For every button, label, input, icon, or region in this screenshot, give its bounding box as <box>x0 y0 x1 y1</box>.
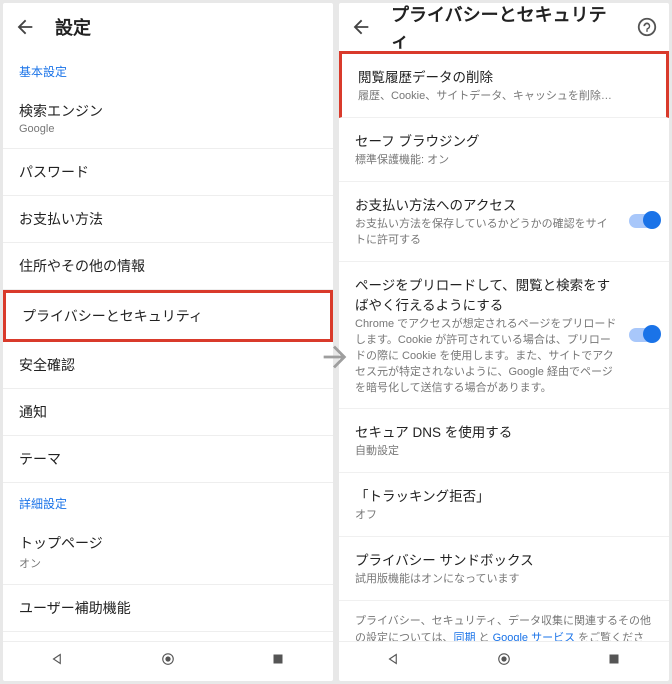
app-bar: 設定 <box>3 3 333 51</box>
setting-payment[interactable]: お支払い方法 <box>3 196 333 243</box>
setting-search-engine[interactable]: 検索エンジン Google <box>3 88 333 149</box>
system-nav <box>339 641 669 681</box>
setting-safety-check[interactable]: 安全確認 <box>3 342 333 389</box>
do-not-track[interactable]: 「トラッキング拒否」 オフ <box>339 473 669 537</box>
toggle-switch[interactable] <box>629 214 659 228</box>
setting-addresses[interactable]: 住所やその他の情報 <box>3 243 333 290</box>
arrow-icon <box>318 340 352 379</box>
setting-homepage[interactable]: トップページ オン <box>3 520 333 585</box>
setting-theme[interactable]: テーマ <box>3 436 333 483</box>
payment-access[interactable]: お支払い方法へのアクセス お支払い方法を保存しているかどうかの確認をサイトに許可… <box>339 182 669 262</box>
privacy-footnote: プライバシー、セキュリティ、データ収集に関連するその他の設定については、同期 と… <box>339 601 669 641</box>
setting-site-settings[interactable]: サイトの設定 <box>3 632 333 641</box>
privacy-sandbox[interactable]: プライバシー サンドボックス 試用版機能はオンになっています <box>339 537 669 601</box>
google-services-link[interactable]: Google サービス <box>493 632 576 641</box>
toggle-switch[interactable] <box>629 328 659 342</box>
back-icon[interactable] <box>13 15 37 39</box>
nav-back-icon[interactable] <box>49 650 67 673</box>
system-nav <box>3 641 333 681</box>
setting-privacy-security[interactable]: プライバシーとセキュリティ <box>3 290 333 342</box>
privacy-screen: プライバシーとセキュリティ 閲覧履歴データの削除 履歴、Cookie、サイトデー… <box>339 3 669 681</box>
back-icon[interactable] <box>349 15 373 39</box>
settings-list: 基本設定 検索エンジン Google パスワード お支払い方法 住所やその他の情… <box>3 51 333 641</box>
clear-browsing-data[interactable]: 閲覧履歴データの削除 履歴、Cookie、サイトデータ、キャッシュを削除… <box>339 51 669 118</box>
section-basic: 基本設定 <box>3 51 333 88</box>
sync-link[interactable]: 同期 <box>453 632 475 641</box>
secure-dns[interactable]: セキュア DNS を使用する 自動設定 <box>339 409 669 473</box>
setting-accessibility[interactable]: ユーザー補助機能 <box>3 585 333 632</box>
privacy-list: 閲覧履歴データの削除 履歴、Cookie、サイトデータ、キャッシュを削除… セー… <box>339 51 669 641</box>
safe-browsing[interactable]: セーフ ブラウジング 標準保護機能: オン <box>339 118 669 182</box>
setting-passwords[interactable]: パスワード <box>3 149 333 196</box>
preload-pages[interactable]: ページをプリロードして、閲覧と検索をすばやく行えるようにする Chrome でア… <box>339 262 669 410</box>
nav-recent-icon[interactable] <box>605 650 623 673</box>
settings-screen: 設定 基本設定 検索エンジン Google パスワード お支払い方法 住所やその… <box>3 3 333 681</box>
section-advanced: 詳細設定 <box>3 483 333 520</box>
nav-home-icon[interactable] <box>495 650 513 673</box>
nav-recent-icon[interactable] <box>269 650 287 673</box>
page-title: 設定 <box>55 14 323 40</box>
nav-home-icon[interactable] <box>159 650 177 673</box>
setting-notifications[interactable]: 通知 <box>3 389 333 436</box>
page-title: プライバシーとセキュリティ <box>391 3 617 53</box>
nav-back-icon[interactable] <box>385 650 403 673</box>
app-bar: プライバシーとセキュリティ <box>339 3 669 51</box>
help-icon[interactable] <box>635 15 659 39</box>
